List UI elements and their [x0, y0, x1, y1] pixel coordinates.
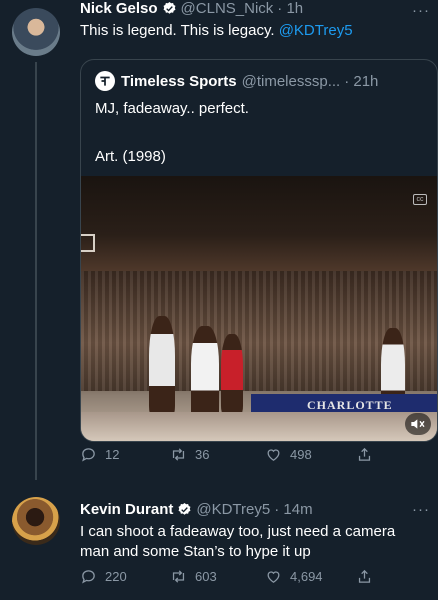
- basketball-hoop: [81, 234, 95, 252]
- tweet-nick-gelso: Nick Gelso @CLNS_Nick · 1h ··· This is l…: [0, 0, 438, 480]
- author-name[interactable]: Nick Gelso: [80, 0, 158, 17]
- quoted-text-line-1: MJ, fadeaway.. perfect.: [95, 100, 249, 117]
- timestamp[interactable]: · 14m: [274, 501, 312, 518]
- reply-icon: [82, 447, 95, 461]
- like-count: 4,694: [290, 568, 323, 584]
- tweet-text: I can shoot a fadeaway too, just need a …: [80, 523, 396, 560]
- quoted-author-handle: @timelesssp...: [241, 72, 341, 90]
- like-button[interactable]: 498: [265, 446, 312, 463]
- reply-button[interactable]: 220: [80, 568, 127, 585]
- thread-line: [35, 62, 37, 480]
- author-handle[interactable]: @CLNS_Nick: [181, 0, 274, 17]
- court-floor: [81, 412, 437, 441]
- retweet-count: 603: [195, 568, 217, 584]
- retweet-button[interactable]: 603: [170, 568, 217, 585]
- author-handle[interactable]: @KDTrey5: [196, 501, 270, 518]
- tweet-header: Kevin Durant @KDTrey5 · 14m: [80, 501, 313, 518]
- like-count: 498: [290, 446, 312, 462]
- player: [149, 316, 175, 416]
- mention-link[interactable]: @KDTrey5: [279, 22, 353, 39]
- reply-icon: [82, 569, 95, 583]
- share-icon: [358, 569, 371, 583]
- quoted-tweet-header: Timeless Sports @timelesssp... · 21h: [95, 71, 378, 91]
- speaker-muted-icon: [411, 419, 425, 429]
- heart-icon: [267, 448, 280, 461]
- tweet-header: Nick Gelso @CLNS_Nick · 1h: [80, 0, 303, 17]
- author-name[interactable]: Kevin Durant: [80, 501, 173, 518]
- verified-badge-icon: [163, 1, 175, 14]
- avatar[interactable]: [12, 8, 60, 56]
- reply-count: 12: [105, 446, 120, 462]
- verified-badge-icon: [178, 502, 191, 515]
- retweet-icon: [172, 447, 185, 461]
- heart-icon: [267, 570, 280, 583]
- mute-button[interactable]: [405, 413, 431, 435]
- share-icon: [358, 447, 371, 461]
- video-player[interactable]: CHARLOTTE cc: [81, 176, 437, 441]
- like-button[interactable]: 4,694: [265, 568, 323, 585]
- player: [221, 334, 243, 414]
- more-options-icon[interactable]: ···: [412, 501, 430, 518]
- timestamp[interactable]: · 1h: [277, 0, 303, 17]
- avatar[interactable]: [12, 497, 60, 545]
- tweet-text-body: This is legend. This is legacy.: [80, 22, 275, 39]
- quoted-text-line-2: Art. (1998): [95, 148, 166, 165]
- share-button[interactable]: [356, 446, 381, 463]
- retweet-button[interactable]: 36: [170, 446, 209, 463]
- quoted-author-name: Timeless Sports: [121, 72, 237, 90]
- quoted-timestamp: · 21h: [344, 72, 379, 90]
- retweet-icon: [172, 569, 185, 583]
- quoted-avatar: [95, 71, 115, 91]
- closed-caption-icon[interactable]: cc: [413, 194, 427, 205]
- quoted-tweet-card[interactable]: Timeless Sports @timelesssp... · 21h MJ,…: [80, 59, 438, 442]
- more-options-icon[interactable]: ···: [412, 2, 430, 19]
- retweet-count: 36: [195, 446, 210, 462]
- tweet-kevin-durant: Kevin Durant @KDTrey5 · 14m ··· I can sh…: [0, 480, 438, 600]
- reply-count: 220: [105, 568, 127, 584]
- timeless-sports-logo-icon: [100, 76, 110, 86]
- player: [191, 326, 219, 421]
- share-button[interactable]: [356, 568, 381, 585]
- reply-button[interactable]: 12: [80, 446, 119, 463]
- tweet-text: This is legend. This is legacy. @KDTrey5: [80, 21, 425, 41]
